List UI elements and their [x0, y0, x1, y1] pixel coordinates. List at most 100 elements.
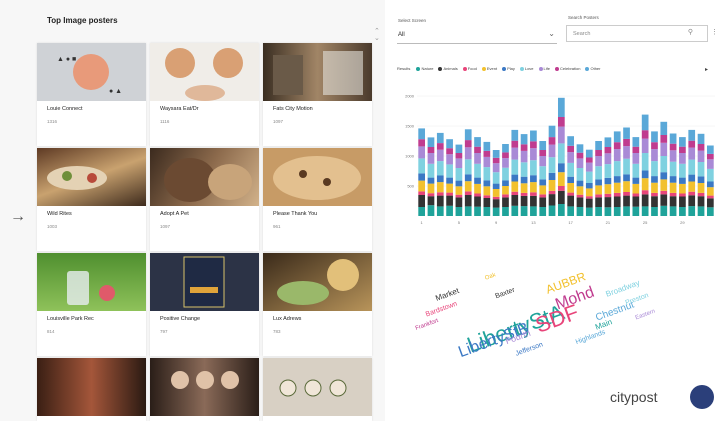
bar-segment[interactable]	[688, 195, 696, 207]
bar-segment[interactable]	[604, 197, 612, 208]
bar-segment[interactable]	[697, 162, 705, 177]
bar-segment[interactable]	[651, 176, 658, 183]
bar-segment[interactable]	[651, 192, 658, 197]
bar-segment[interactable]	[520, 150, 528, 163]
bar-segment[interactable]	[548, 157, 556, 173]
bar-segment[interactable]	[595, 156, 602, 167]
bar-segment[interactable]	[660, 121, 668, 135]
bar-segment[interactable]	[651, 131, 658, 143]
bar-segment[interactable]	[679, 193, 686, 197]
bar-segment[interactable]	[557, 186, 565, 191]
bar-segment[interactable]	[557, 97, 565, 117]
bar-segment[interactable]	[604, 137, 612, 147]
poster-tile-4[interactable]: Wild Rites 1003	[37, 148, 146, 251]
bar-segment[interactable]	[446, 205, 453, 216]
bar-segment[interactable]	[697, 176, 705, 183]
bar-segment[interactable]	[604, 164, 612, 178]
word-cloud-term[interactable]: Market	[434, 286, 460, 303]
bar-segment[interactable]	[483, 156, 491, 168]
poster-tile-10[interactable]	[37, 358, 146, 421]
bar-segment[interactable]	[632, 177, 640, 184]
bar-segment[interactable]	[539, 150, 547, 156]
bar-segment[interactable]	[427, 196, 435, 206]
bar-segment[interactable]	[623, 181, 630, 192]
bar-segment[interactable]	[492, 150, 500, 158]
bar-segment[interactable]	[567, 162, 575, 177]
bar-segment[interactable]	[613, 196, 621, 208]
bar-segment[interactable]	[436, 195, 444, 207]
bar-segment[interactable]	[706, 187, 714, 196]
bar-segment[interactable]	[641, 194, 649, 207]
bar-segment[interactable]	[474, 183, 481, 194]
bar-segment[interactable]	[595, 185, 602, 195]
bar-segment[interactable]	[613, 131, 621, 143]
bar-segment[interactable]	[706, 145, 714, 154]
bar-segment[interactable]	[483, 186, 491, 196]
bar-segment[interactable]	[436, 161, 444, 176]
bar-segment[interactable]	[502, 194, 509, 198]
bar-segment[interactable]	[492, 207, 500, 216]
bar-segment[interactable]	[623, 158, 630, 175]
bar-segment[interactable]	[455, 153, 463, 159]
bar-segment[interactable]	[567, 145, 575, 153]
bar-segment[interactable]	[585, 207, 593, 216]
bar-segment[interactable]	[585, 149, 593, 158]
scroll-indicator-icon[interactable]: ⌃ ⌄	[374, 28, 380, 42]
bar-segment[interactable]	[623, 206, 630, 216]
bar-segment[interactable]	[483, 141, 491, 151]
bar-segment[interactable]	[604, 184, 612, 194]
bar-segment[interactable]	[502, 167, 509, 181]
bar-segment[interactable]	[651, 182, 658, 193]
bar-segment[interactable]	[567, 136, 575, 146]
poster-tile-6[interactable]: Please Thank You 961	[263, 148, 372, 251]
bar-segment[interactable]	[502, 207, 509, 216]
bar-segment[interactable]	[604, 153, 612, 165]
bar-segment[interactable]	[418, 207, 426, 216]
bar-segment[interactable]	[446, 195, 453, 206]
bar-segment[interactable]	[474, 193, 481, 197]
bar-segment[interactable]	[623, 174, 630, 182]
more-icon[interactable]: ⋮	[711, 28, 718, 36]
bar-segment[interactable]	[483, 198, 491, 207]
bar-segment[interactable]	[651, 142, 658, 150]
bar-segment[interactable]	[548, 194, 556, 206]
bar-segment[interactable]	[688, 140, 696, 148]
bar-segment[interactable]	[632, 163, 640, 178]
bar-segment[interactable]	[679, 137, 686, 147]
bar-segment[interactable]	[679, 146, 686, 153]
bar-segment[interactable]	[660, 205, 668, 216]
legend-item[interactable]: Love	[519, 66, 534, 71]
bar-segment[interactable]	[697, 133, 705, 144]
bar-segment[interactable]	[502, 144, 509, 153]
bar-segment[interactable]	[595, 179, 602, 186]
poster-tile-12[interactable]	[263, 358, 372, 421]
bar-segment[interactable]	[660, 194, 668, 206]
search-box[interactable]: ⚲	[566, 25, 708, 42]
bar-segment[interactable]	[502, 186, 509, 195]
bar-segment[interactable]	[557, 163, 565, 173]
bar-segment[interactable]	[576, 168, 584, 181]
word-cloud-term[interactable]: Frankfort	[415, 318, 440, 332]
legend-item[interactable]: Food	[462, 66, 477, 71]
bar-segment[interactable]	[604, 147, 612, 154]
poster-tile-7[interactable]: Louisville Park Rec 814	[37, 253, 146, 356]
bar-segment[interactable]	[427, 163, 435, 178]
bar-segment[interactable]	[669, 206, 677, 216]
bar-segment[interactable]	[679, 153, 686, 164]
bar-segment[interactable]	[706, 181, 714, 188]
poster-tile-3[interactable]: Fats City Motion 1097	[263, 43, 372, 146]
bar-segment[interactable]	[697, 192, 705, 197]
bar-segment[interactable]	[688, 174, 696, 182]
bar-segment[interactable]	[418, 195, 426, 207]
legend-item[interactable]: Celebration	[555, 66, 580, 71]
bar-segment[interactable]	[669, 143, 677, 151]
bar-segment[interactable]	[520, 176, 528, 184]
bar-segment[interactable]	[651, 149, 658, 162]
bar-segment[interactable]	[632, 183, 640, 194]
bar-segment[interactable]	[474, 196, 481, 207]
bar-segment[interactable]	[623, 138, 630, 147]
bar-segment[interactable]	[641, 138, 649, 153]
bar-segment[interactable]	[464, 174, 472, 182]
bar-segment[interactable]	[464, 129, 472, 141]
bar-segment[interactable]	[679, 163, 686, 178]
